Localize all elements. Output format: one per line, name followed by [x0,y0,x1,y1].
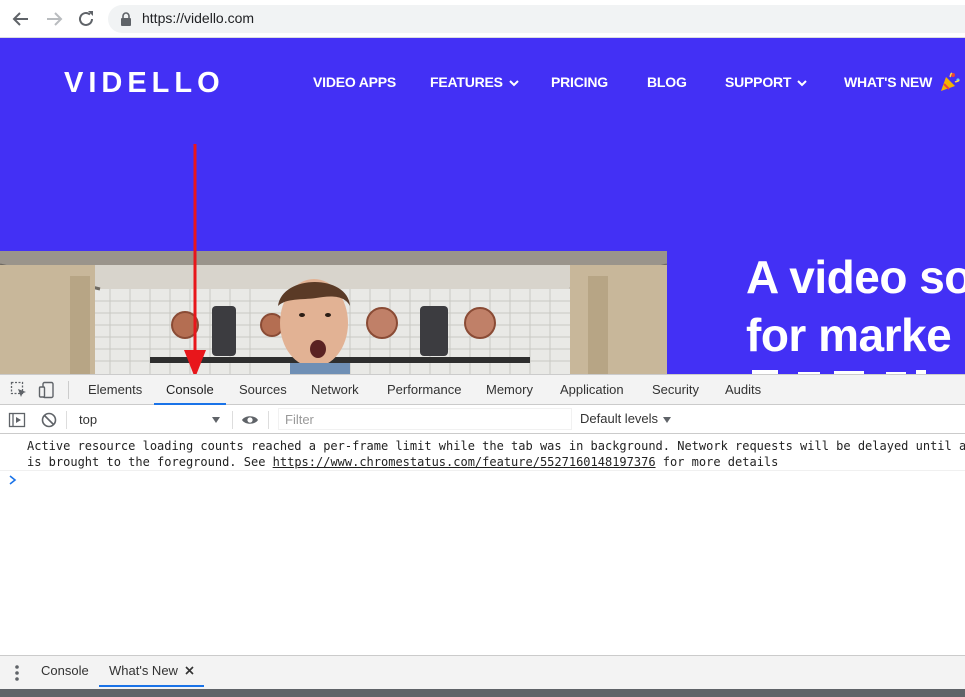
nav-features-label: FEATURES [430,74,503,90]
toolbar-separator [268,411,269,429]
dropdown-triangle-icon [212,417,220,423]
party-popper-icon [941,72,960,91]
lock-icon [121,12,131,26]
hero-photo [0,251,667,374]
tab-audits[interactable]: Audits [713,375,773,405]
drawer-tab-whats-new-label: What's New [109,663,178,678]
tab-security[interactable]: Security [640,375,711,405]
console-filter-input[interactable]: Filter [278,408,572,430]
reload-icon [79,11,93,26]
show-sidebar-icon[interactable] [8,411,26,429]
nav-video-apps[interactable]: VIDEO APPS [313,74,396,90]
tab-memory[interactable]: Memory [474,375,545,405]
chevron-down-icon [509,80,519,87]
drawer-tab-whats-new[interactable]: What's New [99,656,204,687]
nav-features[interactable]: FEATURES [430,74,519,90]
devtools-tab-bar: Elements Console Sources Network Perform… [0,374,965,405]
reload-button[interactable] [76,9,96,29]
hero-video-thumbnail[interactable] [0,251,667,374]
console-message-line1: Active resource loading counts reached a… [27,439,965,453]
tab-sources[interactable]: Sources [227,375,299,405]
nav-whats-new[interactable]: WHAT'S NEW [844,74,932,90]
inspect-element-icon[interactable] [10,381,28,399]
devtools-panel: Elements Console Sources Network Perform… [0,374,965,697]
chromestatus-link[interactable]: https://www.chromestatus.com/feature/552… [273,455,656,469]
window-bottom-edge [0,689,965,697]
chevron-down-icon [797,80,807,87]
tab-application[interactable]: Application [548,375,636,405]
console-message-line2-prefix: is brought to the foreground. See [27,454,273,469]
nav-support-label: SUPPORT [725,74,792,90]
log-levels-label: Default levels [580,411,659,426]
hero-headline-line1: A video so [746,251,965,303]
more-options-kebab-icon[interactable] [12,664,22,682]
nav-blog[interactable]: BLOG [647,74,687,90]
console-prompt-chevron-icon[interactable] [9,475,17,485]
log-levels-dropdown[interactable]: Default levels [580,411,672,426]
dropdown-triangle-icon [663,416,672,423]
forward-arrow-icon [47,12,63,26]
live-expression-eye-icon[interactable] [241,411,259,429]
tab-bar-separator [68,381,69,399]
browser-toolbar: https://vidello.com [0,0,965,38]
nav-blog-label: BLOG [647,74,687,90]
toolbar-separator [232,411,233,429]
tab-elements[interactable]: Elements [76,375,154,405]
console-message: Active resource loading counts reached a… [0,434,965,471]
console-message-line2-suffix: for more details [655,454,779,469]
address-bar[interactable]: https://vidello.com [108,5,965,33]
nav-video-apps-label: VIDEO APPS [313,74,397,90]
toolbar-separator [66,411,67,429]
tab-network[interactable]: Network [299,375,371,405]
nav-support[interactable]: SUPPORT [725,74,807,90]
forward-button[interactable] [44,9,64,29]
execution-context-value: top [79,412,98,427]
tab-performance[interactable]: Performance [375,375,473,405]
nav-pricing-label: PRICING [551,74,608,90]
tab-console[interactable]: Console [154,375,226,405]
clear-console-icon[interactable] [40,411,58,429]
site-logo[interactable]: VIDELLO [64,67,225,100]
close-icon[interactable] [185,666,194,675]
nav-pricing[interactable]: PRICING [551,74,608,90]
nav-whats-new-label: WHAT'S NEW [844,74,933,90]
back-button[interactable] [11,9,31,29]
console-toolbar: top Filter Default levels [0,405,965,434]
website-viewport: VIDELLO VIDEO APPS FEATURES PRICING BLOG… [0,38,965,374]
drawer-tab-console[interactable]: Console [31,656,99,687]
back-arrow-icon [12,12,28,26]
device-toolbar-icon[interactable] [38,381,56,399]
devtools-drawer-bar: Console What's New [0,655,965,689]
execution-context-select[interactable]: top [70,409,226,430]
hero-headline-line2: for marke [746,309,952,361]
hero-headline: A video so for marke [746,248,965,364]
url-text: https://vidello.com [142,10,255,26]
